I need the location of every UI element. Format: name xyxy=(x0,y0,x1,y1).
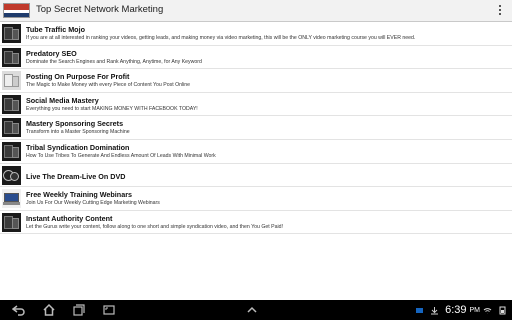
list-item[interactable]: Posting On Purpose For Profit The Magic … xyxy=(0,69,512,93)
product-thumbnail xyxy=(2,141,21,161)
list-item[interactable]: Predatory SEO Dominate the Search Engine… xyxy=(0,46,512,70)
item-title: Mastery Sponsoring Secrets xyxy=(26,119,124,129)
chevron-up-icon[interactable] xyxy=(245,303,259,317)
item-description: Let the Gurus write your content, follow… xyxy=(26,223,283,230)
item-description: Dominate the Search Engines and Rank Any… xyxy=(26,58,202,65)
list-item[interactable]: Social Media Mastery Everything you need… xyxy=(0,93,512,117)
screenshot-icon[interactable] xyxy=(102,303,116,317)
clock-ampm: PM xyxy=(469,306,481,314)
list-item[interactable]: Mastery Sponsoring Secrets Transform int… xyxy=(0,116,512,140)
item-title: Tube Traffic Mojo xyxy=(26,25,85,34)
list-item[interactable]: Live The Dream-Live On DVD xyxy=(0,164,512,188)
list-item[interactable]: Tribal Syndication Domination How To Use… xyxy=(0,140,512,164)
item-description: If you are at all interested in ranking … xyxy=(26,35,416,41)
item-description: How To Use Tribes To Generate And Endles… xyxy=(26,152,216,159)
app-icon[interactable] xyxy=(3,3,30,18)
item-title: Live The Dream-Live On DVD xyxy=(26,171,126,181)
laptop-thumbnail xyxy=(2,189,21,209)
clock-time: 6:39 xyxy=(445,304,467,316)
item-title: Tribal Syndication Domination xyxy=(26,142,130,152)
dvd-thumbnail xyxy=(2,165,21,185)
item-description: Join Us For Our Weekly Cutting Edge Mark… xyxy=(26,200,160,207)
overflow-menu-icon[interactable] xyxy=(499,5,502,17)
list-item[interactable]: Instant Authority Content Let the Gurus … xyxy=(0,211,512,235)
item-description: Everything you need to start MAKING MONE… xyxy=(26,105,198,112)
home-icon[interactable] xyxy=(42,303,56,317)
status-area[interactable]: 6:39 PM xyxy=(412,302,510,318)
download-icon xyxy=(431,306,439,314)
item-title: Social Media Mastery xyxy=(26,95,99,105)
product-thumbnail xyxy=(2,47,21,67)
item-description: The Magic to Make Money with every Piece… xyxy=(26,82,191,89)
back-icon[interactable] xyxy=(11,303,26,317)
action-bar: Top Secret Network Marketing xyxy=(0,0,512,22)
product-thumbnail xyxy=(2,118,21,138)
battery-icon xyxy=(499,306,506,314)
system-navigation-bar: 6:39 PM xyxy=(0,300,512,320)
item-title: Predatory SEO xyxy=(26,48,77,58)
notification-icon xyxy=(416,307,424,313)
app-title: Top Secret Network Marketing xyxy=(36,4,164,15)
product-thumbnail xyxy=(2,212,21,232)
recent-apps-icon[interactable] xyxy=(72,303,86,317)
list-item[interactable]: Tube Traffic Mojo If you are at all inte… xyxy=(0,22,512,46)
item-description: Transform into a Master Sponsoring Machi… xyxy=(26,129,130,136)
item-title: Posting On Purpose For Profit xyxy=(26,72,130,82)
product-thumbnail xyxy=(2,24,21,43)
list-item[interactable]: Free Weekly Training Webinars Join Us Fo… xyxy=(0,187,512,211)
course-list: Tube Traffic Mojo If you are at all inte… xyxy=(0,22,512,235)
product-thumbnail xyxy=(2,71,21,91)
item-title: Instant Authority Content xyxy=(26,213,113,223)
product-thumbnail xyxy=(2,94,21,114)
wifi-icon xyxy=(483,307,492,314)
item-title: Free Weekly Training Webinars xyxy=(26,190,132,200)
